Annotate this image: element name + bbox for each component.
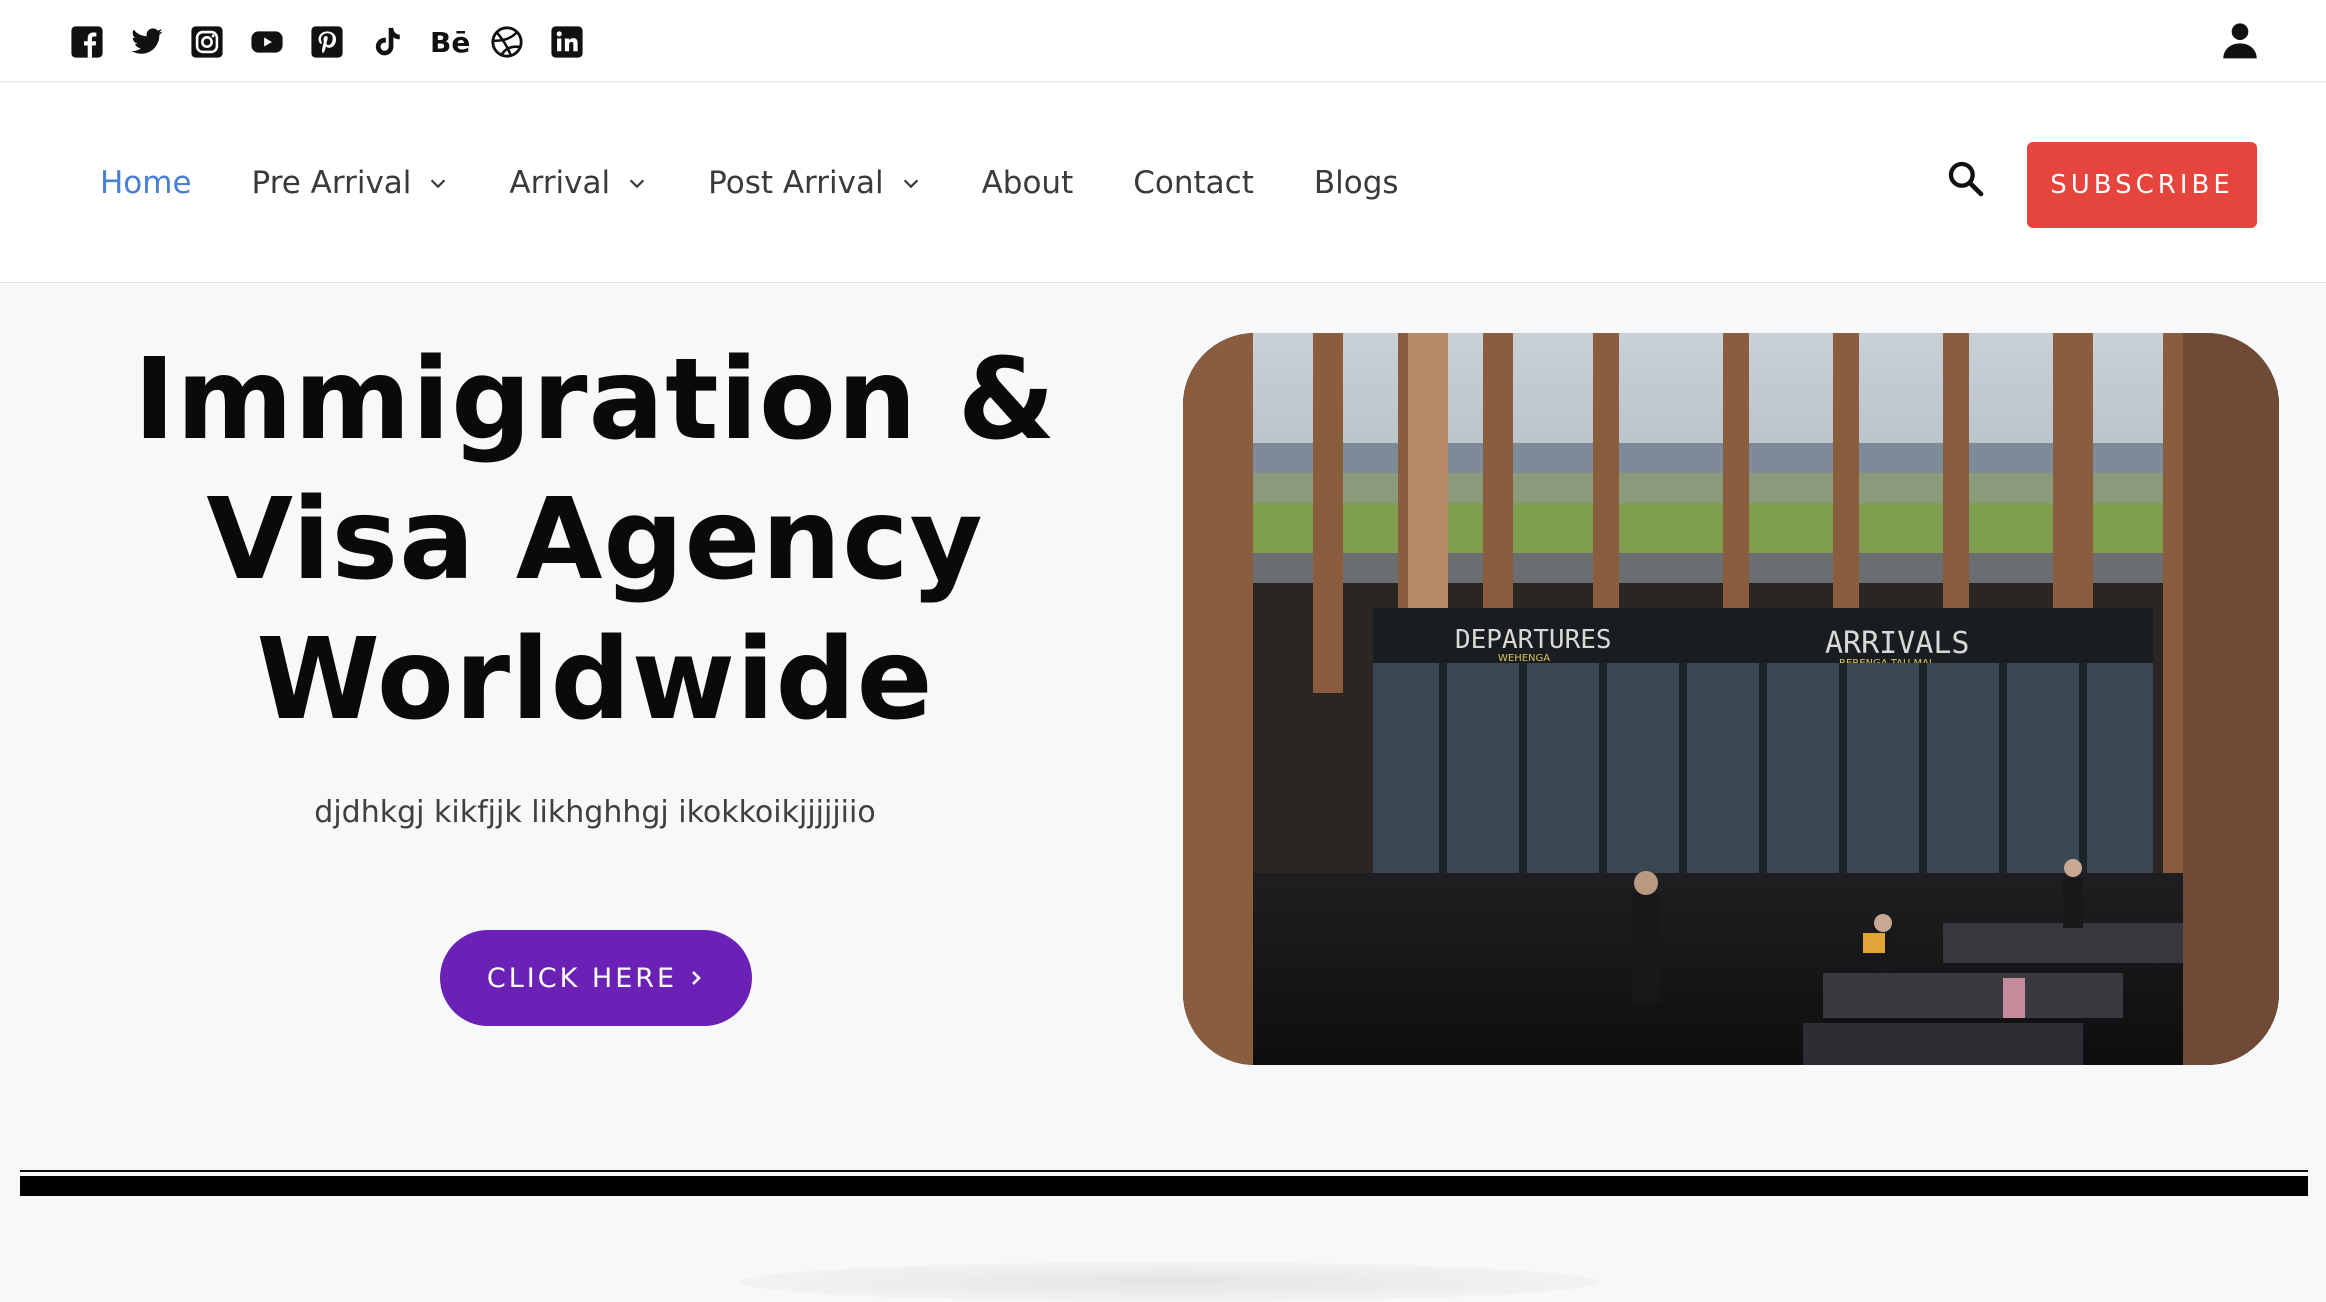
nav-post-arrival[interactable]: Post Arrival — [708, 165, 921, 201]
behance-text: Bē — [430, 25, 471, 59]
twitter-icon[interactable] — [130, 22, 190, 62]
hero-title-line3: Worldwide — [256, 615, 934, 745]
nav-about[interactable]: About — [982, 165, 1074, 201]
nav-home-label: Home — [100, 165, 192, 201]
departures-sign-sub: WEHENGA — [1498, 653, 1550, 664]
departures-sign: DEPARTURES — [1455, 625, 1612, 655]
instagram-icon[interactable] — [190, 22, 250, 62]
facebook-icon[interactable] — [70, 22, 130, 62]
chevron-right-icon — [692, 971, 701, 985]
hero-title-line2: Visa Agency — [206, 475, 984, 605]
main-navbar: Home Pre Arrival Arrival Post Arrival Ab… — [0, 83, 2326, 283]
subscribe-button[interactable]: SUBSCRIBE — [2027, 142, 2257, 228]
pinterest-icon[interactable] — [310, 22, 370, 62]
hero-title-line1: Immigration & — [133, 335, 1057, 465]
chevron-down-icon — [431, 179, 446, 189]
youtube-icon[interactable] — [250, 22, 310, 62]
chevron-down-icon — [903, 179, 918, 189]
search-icon[interactable] — [1946, 159, 1986, 199]
nav-post-arrival-label: Post Arrival — [708, 165, 884, 201]
hero-title: Immigration & Visa Agency Worldwide — [100, 330, 1090, 750]
click-here-button[interactable]: CLICK HERE — [440, 930, 752, 1026]
linkedin-icon[interactable] — [550, 22, 610, 62]
main-menu: Home Pre Arrival Arrival Post Arrival Ab… — [100, 83, 1459, 283]
social-links: Bē — [70, 22, 610, 62]
nav-contact[interactable]: Contact — [1133, 165, 1254, 201]
arrivals-sign: ARRIVALS — [1825, 626, 1970, 661]
section-divider-thin — [20, 1170, 2308, 1172]
user-account-icon[interactable] — [2220, 20, 2260, 60]
behance-icon[interactable]: Bē — [430, 22, 490, 62]
airport-terminal-photo: DEPARTURES WEHENGA ARRIVALS RERENGA TAU … — [1183, 333, 2279, 1065]
dribbble-icon[interactable] — [490, 22, 550, 62]
chevron-down-icon — [629, 179, 645, 189]
nav-pre-arrival-label: Pre Arrival — [251, 165, 412, 201]
click-here-label: CLICK HERE — [486, 962, 678, 994]
tiktok-icon[interactable] — [370, 22, 430, 62]
nav-pre-arrival[interactable]: Pre Arrival — [252, 165, 450, 201]
nav-home[interactable]: Home — [100, 165, 192, 201]
nav-about-label: About — [981, 165, 1074, 201]
nav-arrival[interactable]: Arrival — [509, 165, 648, 201]
card-shadow — [740, 1262, 1600, 1302]
nav-blogs[interactable]: Blogs — [1314, 165, 1399, 201]
nav-arrival-label: Arrival — [509, 165, 611, 201]
nav-contact-label: Contact — [1133, 165, 1254, 201]
top-bar: Bē — [0, 0, 2326, 82]
nav-blogs-label: Blogs — [1313, 165, 1399, 201]
section-divider-thick — [20, 1176, 2308, 1196]
hero-subtitle: djdhkgj kikfjjk likhghhgj ikokkoikjjjjji… — [314, 795, 876, 830]
